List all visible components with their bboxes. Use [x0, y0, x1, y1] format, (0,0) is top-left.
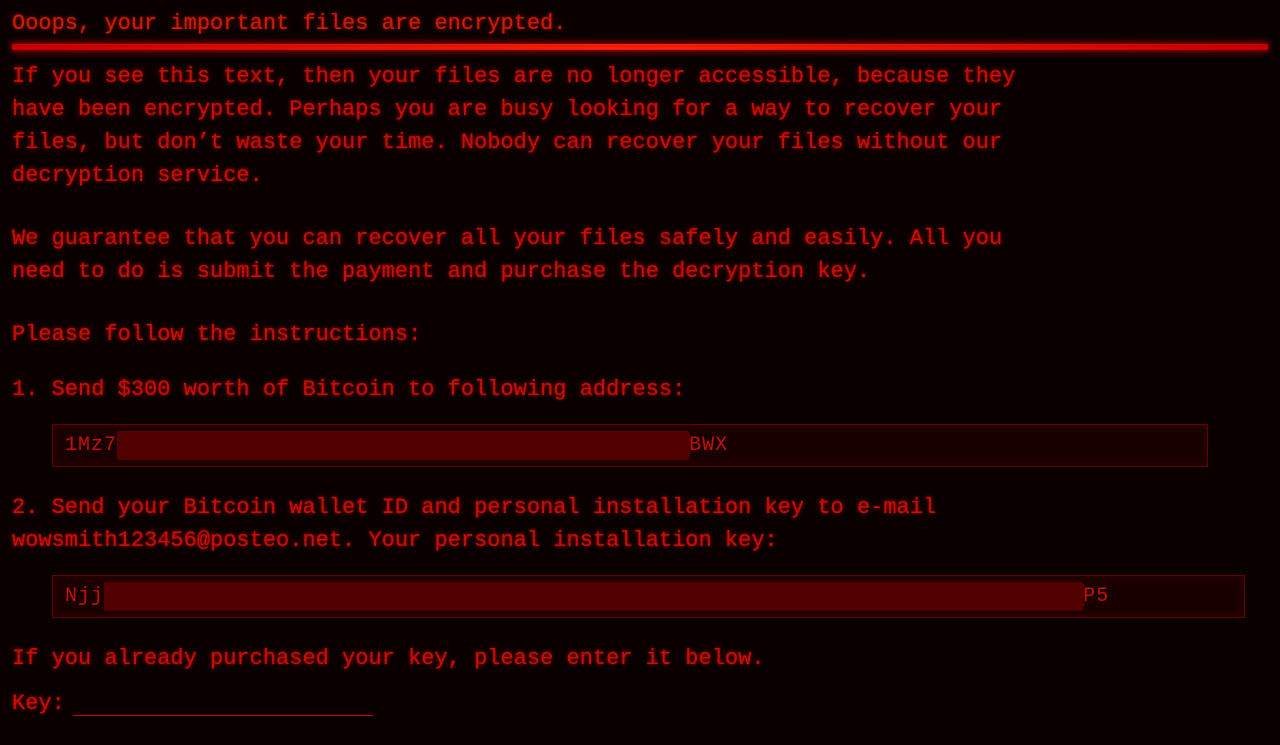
step1-label: 1. Send $300 worth of Bitcoin to followi… [12, 373, 1268, 406]
address-redacted: ████████████████████████████████████████… [117, 431, 689, 460]
title-line: Ooops, your important files are encrypte… [12, 8, 1268, 40]
paragraph2: We guarantee that you can recover all yo… [12, 222, 1268, 288]
red-divider-bar [12, 44, 1268, 50]
already-purchased-text: If you already purchased your key, pleas… [12, 642, 1268, 675]
key-label: Key: [12, 687, 65, 720]
key-redacted: ████████████████████████████████████████… [104, 582, 1083, 611]
key-entry-line: Key: [12, 687, 1268, 720]
step2-label: 2. Send your Bitcoin wallet ID and perso… [12, 491, 1268, 557]
paragraph1: If you see this text, then your files ar… [12, 60, 1268, 192]
bitcoin-address-bar: 1Mz7████████████████████████████████████… [52, 424, 1208, 467]
installation-key-bar: Njj█████████████████████████████████████… [52, 575, 1245, 618]
instructions-header: Please follow the instructions: [12, 318, 1268, 351]
key-input[interactable] [73, 690, 373, 716]
